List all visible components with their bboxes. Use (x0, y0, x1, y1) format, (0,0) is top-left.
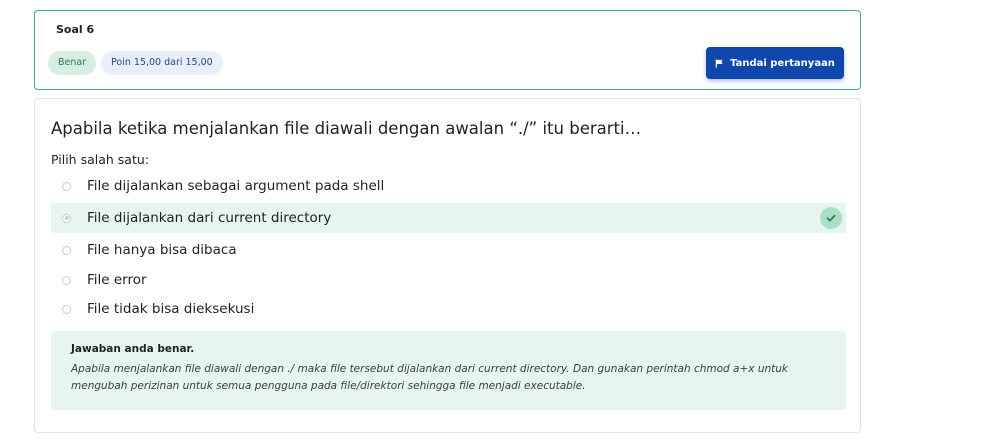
check-icon (820, 207, 842, 229)
radio-button-selected[interactable] (62, 213, 71, 223)
question-number: Soal 6 (56, 23, 95, 36)
radio-button[interactable] (62, 181, 71, 191)
question-text: Apabila ketika menjalankan file diawali … (51, 119, 642, 138)
feedback-title: Jawaban anda benar. (71, 343, 195, 355)
answer-option-label: File error (87, 272, 147, 288)
points-badge: Poin 15,00 dari 15,00 (101, 51, 223, 75)
answer-option-label: File dijalankan dari current directory (87, 210, 332, 226)
answer-option[interactable]: File hanya bisa dibaca (51, 235, 846, 265)
answer-option[interactable]: File dijalankan sebagai argument pada sh… (51, 171, 846, 201)
answer-option-label: File tidak bisa dieksekusi (87, 301, 255, 317)
feedback-text: Apabila menjalankan file diawali dengan … (71, 363, 788, 392)
answer-option-selected[interactable]: File dijalankan dari current directory (51, 203, 846, 233)
answer-option[interactable]: File tidak bisa dieksekusi (51, 294, 846, 324)
question-card: Apabila ketika menjalankan file diawali … (34, 98, 861, 433)
answer-option-label: File hanya bisa dibaca (87, 242, 237, 258)
status-badge: Benar (48, 51, 97, 75)
feedback-box: Jawaban anda benar. Apabila menjalankan … (51, 331, 846, 410)
flag-icon (715, 58, 724, 68)
answer-option-label: File dijalankan sebagai argument pada sh… (87, 178, 385, 194)
flag-question-label: Tandai pertanyaan (730, 57, 835, 69)
answer-option[interactable]: File error (51, 265, 846, 295)
radio-button[interactable] (62, 304, 71, 314)
flag-question-button[interactable]: Tandai pertanyaan (706, 47, 844, 79)
radio-button[interactable] (62, 245, 71, 255)
answer-prompt: Pilih salah satu: (51, 152, 149, 167)
radio-button[interactable] (62, 275, 71, 285)
question-info-card: Soal 6 Benar Poin 15,00 dari 15,00 Tanda… (34, 10, 861, 90)
